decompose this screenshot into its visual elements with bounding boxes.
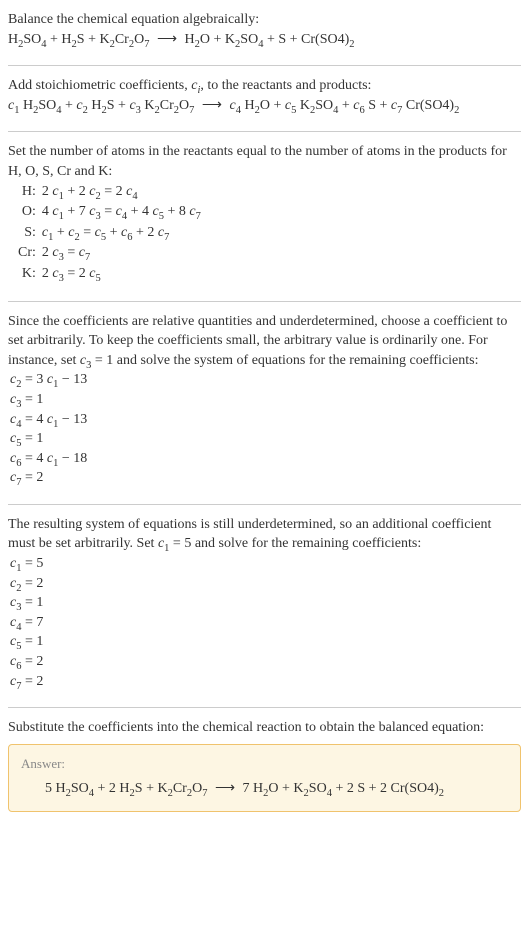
atom-balance-section: Set the number of atoms in the reactants… bbox=[8, 138, 521, 294]
coefficient-line: c4 = 4 c1 − 13 bbox=[10, 410, 521, 430]
coefficient-line: c5 = 1 bbox=[10, 632, 521, 652]
coefficient-line: c4 = 7 bbox=[10, 613, 521, 633]
element-equation: c1 + c2 = c5 + c6 + 2 c7 bbox=[36, 223, 207, 244]
coefficient-line: c2 = 3 c1 − 13 bbox=[10, 370, 521, 390]
intro-section: Balance the chemical equation algebraica… bbox=[8, 6, 521, 59]
coefficient-line: c6 = 2 bbox=[10, 652, 521, 672]
atom-balance-row: Cr:2 c3 = c7 bbox=[12, 243, 207, 264]
underdetermined-2-intro: The resulting system of equations is sti… bbox=[8, 515, 521, 554]
divider bbox=[8, 707, 521, 708]
stoich-equation: c1 H2SO4 + c2 H2S + c3 K2Cr2O7 ⟶ c4 H2O … bbox=[8, 96, 521, 116]
underdetermined-2-lines: c1 = 5c2 = 2c3 = 1c4 = 7c5 = 1c6 = 2c7 =… bbox=[8, 554, 521, 691]
atom-balance-row: O:4 c1 + 7 c3 = c4 + 4 c5 + 8 c7 bbox=[12, 202, 207, 223]
underdetermined-1-lines: c2 = 3 c1 − 13c3 = 1c4 = 4 c1 − 13c5 = 1… bbox=[8, 370, 521, 488]
intro-text: Balance the chemical equation algebraica… bbox=[8, 10, 521, 30]
element-equation: 2 c3 = c7 bbox=[36, 243, 207, 264]
intro-equation: H2SO4 + H2S + K2Cr2O7 ⟶ H2O + K2SO4 + S … bbox=[8, 30, 521, 50]
element-equation: 2 c3 = 2 c5 bbox=[36, 264, 207, 285]
atom-balance-rows: H:2 c1 + 2 c2 = 2 c4O:4 c1 + 7 c3 = c4 +… bbox=[12, 182, 207, 285]
element-label: Cr: bbox=[12, 243, 36, 264]
final-intro: Substitute the coefficients into the che… bbox=[8, 718, 521, 738]
element-equation: 2 c1 + 2 c2 = 2 c4 bbox=[36, 182, 207, 203]
divider bbox=[8, 65, 521, 66]
coefficient-line: c6 = 4 c1 − 18 bbox=[10, 449, 521, 469]
element-label: H: bbox=[12, 182, 36, 203]
coefficient-line: c3 = 1 bbox=[10, 593, 521, 613]
final-section: Substitute the coefficients into the che… bbox=[8, 714, 521, 815]
underdetermined-2-section: The resulting system of equations is sti… bbox=[8, 511, 521, 701]
atom-balance-table: H:2 c1 + 2 c2 = 2 c4O:4 c1 + 7 c3 = c4 +… bbox=[12, 182, 207, 285]
underdetermined-1-intro: Since the coefficients are relative quan… bbox=[8, 312, 521, 371]
answer-equation: 5 H2SO4 + 2 H2S + K2Cr2O7 ⟶ 7 H2O + K2SO… bbox=[21, 779, 508, 799]
divider bbox=[8, 504, 521, 505]
stoich-section: Add stoichiometric coefficients, ci, to … bbox=[8, 72, 521, 125]
coefficient-line: c3 = 1 bbox=[10, 390, 521, 410]
element-equation: 4 c1 + 7 c3 = c4 + 4 c5 + 8 c7 bbox=[36, 202, 207, 223]
element-label: O: bbox=[12, 202, 36, 223]
answer-box: Answer: 5 H2SO4 + 2 H2S + K2Cr2O7 ⟶ 7 H2… bbox=[8, 744, 521, 812]
atom-balance-row: K:2 c3 = 2 c5 bbox=[12, 264, 207, 285]
stoich-text: Add stoichiometric coefficients, ci, to … bbox=[8, 76, 521, 96]
coefficient-line: c7 = 2 bbox=[10, 468, 521, 488]
coefficient-line: c7 = 2 bbox=[10, 672, 521, 692]
divider bbox=[8, 301, 521, 302]
atom-balance-row: H:2 c1 + 2 c2 = 2 c4 bbox=[12, 182, 207, 203]
divider bbox=[8, 131, 521, 132]
answer-label: Answer: bbox=[21, 755, 508, 773]
coefficient-line: c5 = 1 bbox=[10, 429, 521, 449]
atom-balance-intro: Set the number of atoms in the reactants… bbox=[8, 142, 521, 181]
atom-balance-row: S:c1 + c2 = c5 + c6 + 2 c7 bbox=[12, 223, 207, 244]
coefficient-line: c1 = 5 bbox=[10, 554, 521, 574]
element-label: S: bbox=[12, 223, 36, 244]
coefficient-line: c2 = 2 bbox=[10, 574, 521, 594]
underdetermined-1-section: Since the coefficients are relative quan… bbox=[8, 308, 521, 498]
element-label: K: bbox=[12, 264, 36, 285]
